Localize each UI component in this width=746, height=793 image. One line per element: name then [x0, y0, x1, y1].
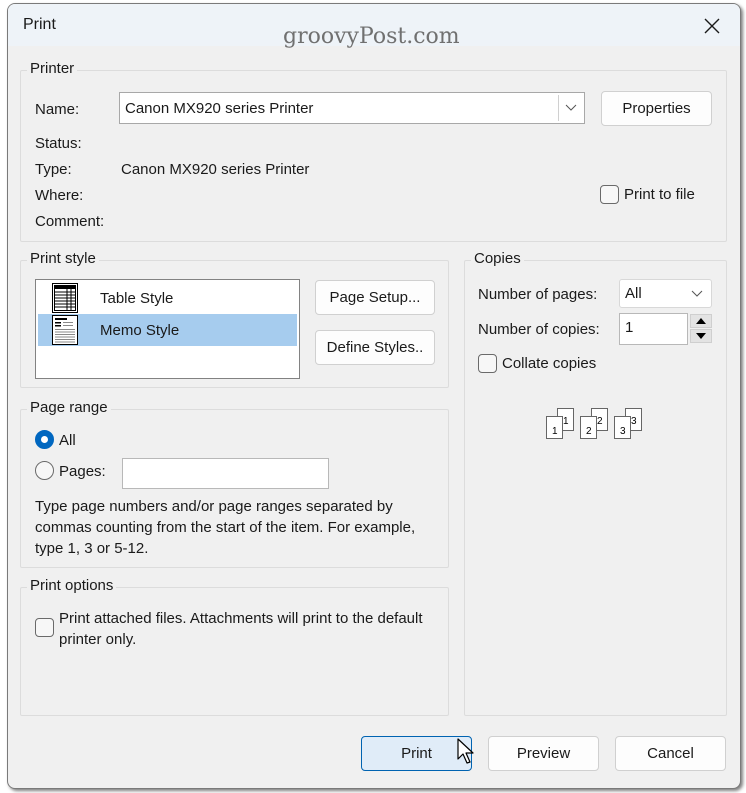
cancel-button[interactable]: Cancel — [615, 736, 726, 771]
define-styles-button[interactable]: Define Styles.. — [315, 330, 435, 365]
print-style-item-memo[interactable]: Memo Style — [38, 314, 297, 346]
page-range-group-label: Page range — [27, 399, 111, 416]
number-of-copies-input[interactable]: 1 — [619, 313, 688, 345]
properties-button[interactable]: Properties — [601, 91, 712, 126]
where-label: Where: — [35, 187, 84, 204]
page-setup-button-label: Page Setup... — [329, 289, 421, 306]
print-to-file-checkbox[interactable] — [600, 185, 619, 204]
chevron-down-icon — [685, 282, 709, 305]
print-style-item-label: Table Style — [100, 290, 174, 307]
collate-page-pair-2: 2 2 — [580, 408, 608, 439]
print-style-item-table[interactable]: Table Style — [38, 282, 297, 314]
printer-name-select[interactable]: Canon MX920 series Printer — [119, 92, 585, 124]
page-range-pages-radio[interactable] — [35, 461, 54, 480]
collate-preview-illustration: 1 1 2 2 3 3 — [545, 407, 655, 441]
properties-button-label: Properties — [622, 100, 691, 117]
cancel-button-label: Cancel — [647, 745, 694, 762]
print-options-group-label: Print options — [27, 577, 117, 594]
arrow-up-icon — [696, 318, 706, 324]
collate-copies-label[interactable]: Collate copies — [502, 355, 596, 372]
printer-group-label: Printer — [27, 60, 78, 77]
print-style-group-label: Print style — [27, 250, 99, 267]
print-to-file-label[interactable]: Print to file — [624, 186, 695, 203]
preview-button[interactable]: Preview — [488, 736, 599, 771]
page-range-pages-label[interactable]: Pages: — [59, 463, 106, 480]
print-dialog: Print groovyPost.com Printer Name: Canon… — [7, 3, 741, 789]
number-of-pages-value: All — [625, 285, 642, 302]
watermark: groovyPost.com — [283, 24, 460, 49]
print-attachments-checkbox[interactable] — [35, 618, 54, 637]
type-value: Canon MX920 series Printer — [121, 161, 310, 178]
collate-page-number: 1 — [563, 416, 569, 427]
collate-page-pair-1: 1 1 — [546, 408, 574, 439]
number-of-copies-label: Number of copies: — [478, 321, 600, 338]
collate-page-number: 3 — [631, 416, 637, 427]
page-range-description: Type page numbers and/or page ranges sep… — [35, 498, 416, 557]
number-of-copies-value: 1 — [625, 319, 634, 336]
copies-group-label: Copies — [471, 250, 524, 267]
mouse-cursor-icon — [457, 738, 474, 764]
chevron-down-icon — [558, 95, 582, 121]
arrow-down-icon — [696, 333, 706, 339]
name-label: Name: — [35, 101, 80, 118]
number-of-pages-select[interactable]: All — [619, 279, 712, 308]
collate-page-pair-3: 3 3 — [614, 408, 642, 439]
copies-decrement-button[interactable] — [690, 329, 712, 343]
page-setup-button[interactable]: Page Setup... — [315, 280, 435, 315]
print-style-list[interactable]: Table Style Memo Style — [35, 279, 300, 379]
status-label: Status: — [35, 135, 82, 152]
table-style-icon — [51, 283, 79, 317]
preview-button-label: Preview — [516, 745, 571, 762]
print-button-label: Print — [401, 745, 432, 762]
memo-style-icon — [51, 315, 79, 349]
collate-page-number: 3 — [620, 426, 626, 437]
print-style-item-label: Memo Style — [100, 322, 180, 339]
print-options-group: Print options — [20, 577, 449, 716]
page-range-all-label[interactable]: All — [59, 432, 76, 449]
close-icon — [704, 18, 720, 34]
collate-page-number: 2 — [586, 426, 592, 437]
collate-page-number: 1 — [552, 426, 558, 437]
print-attachments-label[interactable]: Print attached files. Attachments will p… — [59, 608, 429, 650]
collate-page-number: 2 — [597, 416, 603, 427]
comment-label: Comment: — [35, 213, 105, 230]
dialog-title: Print — [23, 16, 56, 33]
collate-copies-checkbox[interactable] — [478, 354, 497, 373]
printer-name-value: Canon MX920 series Printer — [125, 99, 314, 117]
define-styles-button-label: Define Styles.. — [326, 339, 424, 356]
print-button[interactable]: Print — [361, 736, 472, 771]
title-bar: Print groovyPost.com — [8, 4, 740, 49]
type-label: Type: — [35, 161, 72, 178]
number-of-pages-label: Number of pages: — [478, 286, 598, 303]
page-range-all-radio[interactable] — [35, 430, 54, 449]
close-button[interactable] — [698, 12, 726, 40]
page-range-pages-input[interactable] — [122, 458, 329, 489]
copies-increment-button[interactable] — [690, 314, 712, 328]
